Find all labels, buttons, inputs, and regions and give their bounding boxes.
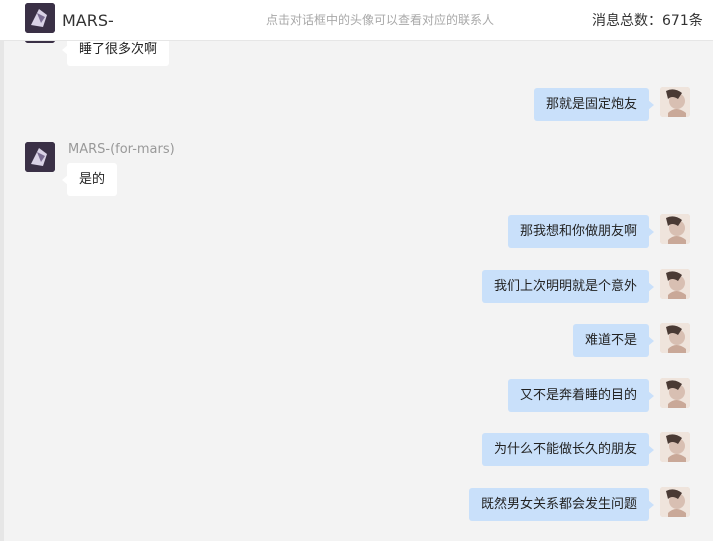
chat-header: MARS- 点击对话框中的头像可以查看对应的联系人 消息总数：671条 — [0, 0, 713, 41]
user-avatar-icon[interactable] — [660, 214, 690, 244]
message-bubble[interactable]: 我们上次明明就是个意外 — [481, 270, 655, 303]
user-avatar-icon[interactable] — [660, 269, 690, 299]
sender-name: MARS-(for-mars) — [68, 142, 175, 157]
message-bubble[interactable]: 难道不是 — [572, 324, 655, 357]
contact-name: MARS- — [62, 11, 114, 30]
mars-avatar-icon — [25, 3, 55, 33]
message-bubble[interactable]: 那我想和你做朋友啊 — [507, 215, 655, 248]
message-count: 消息总数：671条 — [592, 13, 703, 29]
contact-avatar[interactable] — [25, 3, 55, 33]
header-hint: 点击对话框中的头像可以查看对应的联系人 — [266, 13, 495, 27]
user-avatar-icon[interactable] — [660, 487, 690, 517]
user-avatar-icon[interactable] — [660, 323, 690, 353]
mars-avatar-icon[interactable] — [25, 41, 55, 43]
user-avatar-icon[interactable] — [660, 432, 690, 462]
mars-avatar-icon[interactable] — [25, 142, 55, 172]
message-bubble[interactable]: 是的 — [61, 163, 118, 196]
message-bubble[interactable]: 为什么不能做长久的朋友 — [481, 433, 655, 466]
message-bubble[interactable]: 既然男女关系都会发生问题 — [468, 488, 655, 521]
message-bubble[interactable]: 睡了很多次啊 — [61, 41, 170, 66]
message-list[interactable]: 睡了很多次啊 那就是固定炮友 MARS-(for-mars) 是的 那我想和你做… — [0, 41, 713, 541]
user-avatar-icon[interactable] — [660, 87, 690, 117]
message-bubble[interactable]: 那就是固定炮友 — [533, 88, 655, 121]
message-bubble[interactable]: 又不是奔着睡的目的 — [507, 379, 655, 412]
scrollbar[interactable] — [704, 41, 710, 541]
user-avatar-icon[interactable] — [660, 378, 690, 408]
